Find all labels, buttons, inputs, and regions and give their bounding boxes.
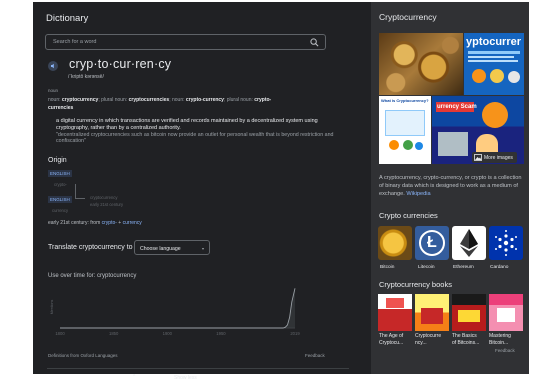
book-cover[interactable]: [489, 294, 523, 331]
cardano-thumbnail[interactable]: [489, 226, 523, 260]
dictionary-title: Dictionary: [46, 13, 89, 24]
search-placeholder: Search for a word: [53, 39, 97, 45]
ethereum-thumbnail[interactable]: [452, 226, 486, 260]
litecoin-symbol: Ł: [427, 234, 437, 251]
show-less-button[interactable]: ⌃ Show less: [47, 368, 349, 381]
chevron-up-icon: ⌃: [132, 374, 137, 380]
book-title: Mastering Bitcoin...: [489, 333, 511, 346]
currency-label: Cardano: [490, 265, 509, 270]
banner-text: yptocurrer: [466, 36, 522, 48]
origin-summary: early 21st century: from crypto- + curre…: [48, 220, 142, 226]
dictionary-search-input[interactable]: Search for a word: [45, 34, 326, 50]
etymology-result-date: early 21st century: [90, 202, 124, 207]
currency-label: Ethereum: [453, 265, 474, 270]
pronunciation-speaker-icon[interactable]: [48, 61, 58, 71]
images-icon: [474, 154, 482, 161]
books-heading: Cryptocurrency books: [379, 280, 452, 289]
currency-label: Bitcoin: [380, 265, 395, 270]
search-icon[interactable]: [310, 38, 319, 47]
knowledge-panel-description: A cryptocurrency, crypto-currency, or cr…: [379, 175, 522, 197]
chart-x-tick-label: 1950: [216, 331, 226, 336]
usage-heading: Use over time for: cryptocurrency: [48, 273, 137, 279]
choose-language-label: Choose language: [140, 245, 181, 252]
translate-label: Translate cryptocurrency to: [48, 244, 133, 251]
crypto-currencies-heading: Crypto currencies: [379, 211, 438, 220]
chart-y-axis-label: Mentions: [50, 300, 54, 315]
etymology-root-word: crypto-: [54, 182, 67, 187]
book-cover[interactable]: [415, 294, 449, 331]
etymology-root-word: currency: [52, 208, 69, 213]
definition-text: a digital currency in which transactions…: [56, 118, 318, 131]
chart-x-tick-label: 1850: [109, 331, 119, 336]
dropdown-arrow-icon: ▾: [201, 246, 204, 251]
knowledge-panel-feedback-link[interactable]: Feedback: [495, 348, 515, 354]
what-is-image[interactable]: What is Cryptocurrency?: [379, 96, 431, 164]
part-of-speech: noun: [48, 88, 59, 93]
headword: cryp·to·cur·ren·cy: [69, 57, 172, 71]
chart-area: [60, 288, 295, 328]
scam-text: urrency Scam: [437, 104, 477, 110]
currency-label: Litecoin: [418, 265, 435, 270]
link-crypto[interactable]: crypto-: [102, 220, 117, 226]
etymology-language-label: ENGLISH: [48, 196, 72, 203]
more-images-label: More images: [484, 155, 513, 161]
ethereum-icon: [460, 229, 478, 257]
cardano-icon: [495, 230, 517, 256]
choose-language-dropdown[interactable]: Choose language ▾: [134, 240, 210, 255]
banner-image[interactable]: yptocurrer: [464, 33, 524, 95]
wikipedia-link[interactable]: Wikipedia: [406, 191, 430, 197]
etymology-result-word: cryptocurrency: [90, 195, 118, 200]
origin-heading: Origin: [48, 157, 67, 164]
book-cover[interactable]: [452, 294, 486, 331]
word-forms: noun: cryptocurrency; plural noun: crypt…: [48, 97, 272, 103]
bitcoin-thumbnail[interactable]: [378, 226, 412, 260]
image-mosaic[interactable]: yptocurrer What is Cryptocurrency? urren…: [379, 33, 524, 164]
etymology-connector: [75, 198, 85, 199]
chart-x-tick-label: 1900: [163, 331, 173, 336]
more-images-button[interactable]: More images: [472, 152, 517, 163]
book-title: The Basics of Bitcoins...: [452, 333, 480, 346]
book-title: Cryptocurre ncy...: [415, 333, 442, 346]
chart-series-line: [60, 288, 296, 329]
word-forms-continued: currencies: [48, 105, 74, 111]
link-currency[interactable]: currency: [123, 220, 142, 226]
knowledge-panel: Cryptocurrency yptocurrer What is Crypto…: [371, 2, 529, 374]
definitions-source: Definitions from Oxford Languages: [48, 353, 118, 358]
feedback-link[interactable]: Feedback: [305, 353, 325, 359]
usage-over-time-chart: Mentions 1800 1850 1900 1950 2019: [50, 288, 300, 336]
litecoin-thumbnail[interactable]: Ł: [415, 226, 449, 260]
what-is-text: What is Cryptocurrency?: [381, 98, 429, 103]
chart-x-tick-label: 1800: [55, 331, 65, 336]
example-sentence: "decentralized cryptocurrencies such as …: [56, 132, 334, 145]
phonetic-spelling: /ˈkriptō kərənsē/: [68, 74, 104, 80]
coins-image[interactable]: [379, 33, 463, 95]
dictionary-card: Dictionary Search for a word cryp·to·cur…: [33, 2, 364, 381]
etymology-language-label: ENGLISH: [48, 170, 72, 177]
etymology-connector: [75, 184, 76, 199]
book-cover[interactable]: [378, 294, 412, 331]
knowledge-panel-title: Cryptocurrency: [379, 12, 437, 22]
book-title: The Age of Cryptocu...: [379, 333, 404, 346]
search-results-frame: Dictionary Search for a word cryp·to·cur…: [33, 2, 529, 381]
show-less-label: Show less: [174, 375, 197, 381]
chart-x-tick-label: 2019: [290, 331, 300, 336]
